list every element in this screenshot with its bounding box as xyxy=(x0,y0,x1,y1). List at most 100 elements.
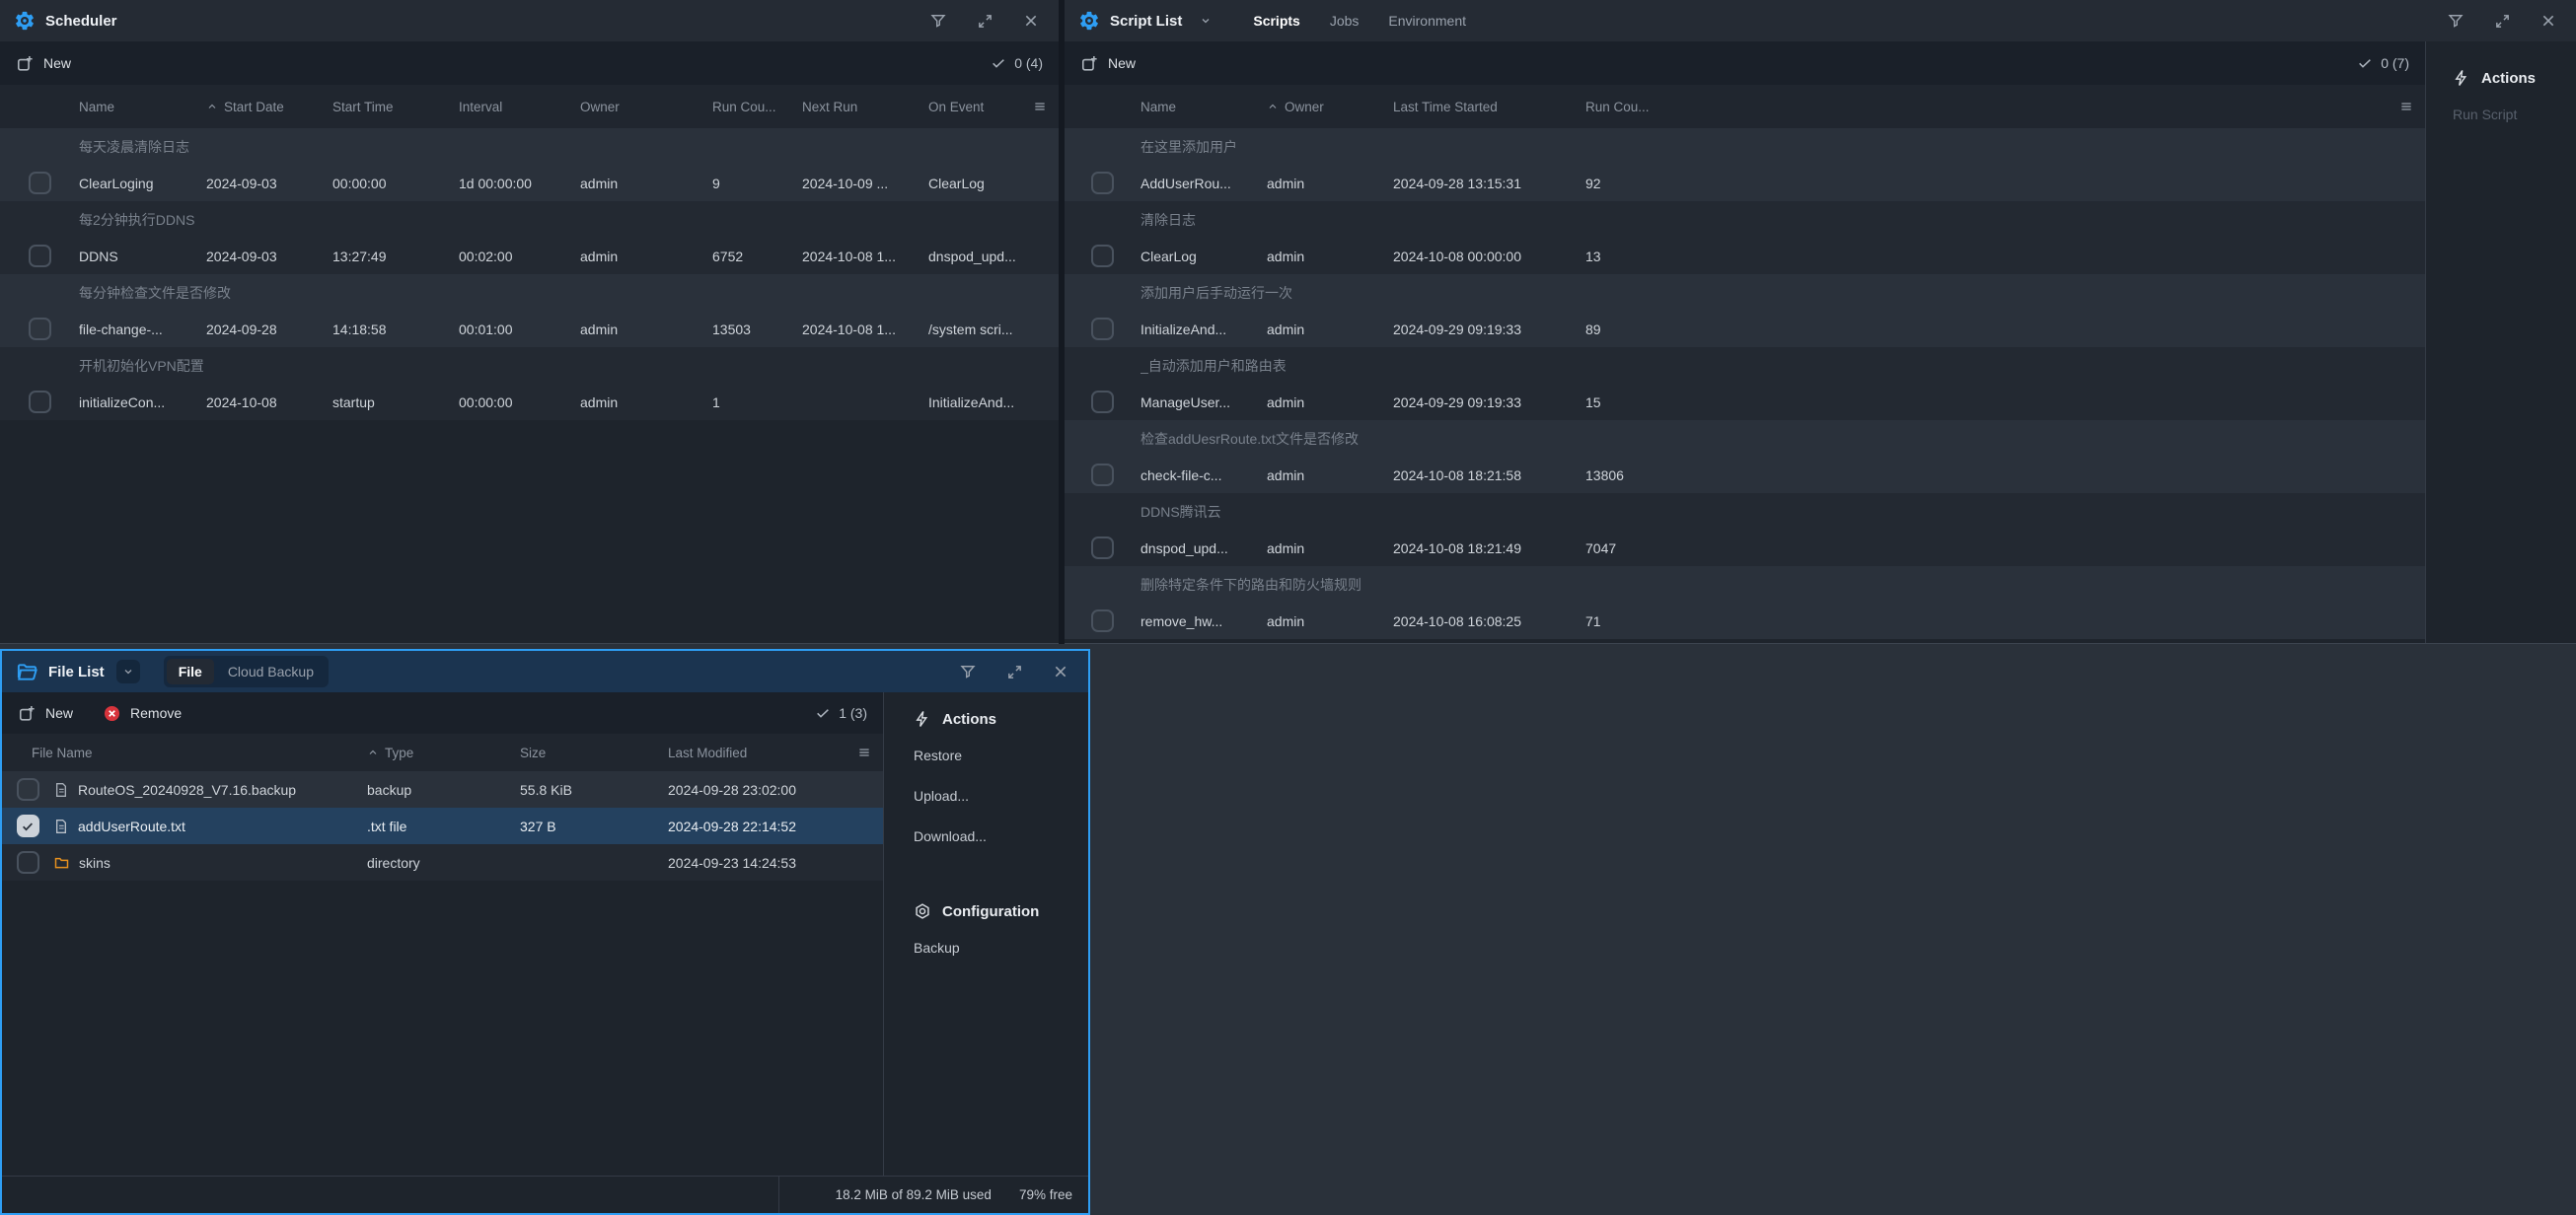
filter-icon[interactable] xyxy=(929,12,947,30)
table-row[interactable]: dnspod_upd... admin 2024-10-08 18:21:49 … xyxy=(1065,530,2425,566)
table-row[interactable]: ClearLoging 2024-09-03 00:00:00 1d 00:00… xyxy=(0,165,1059,201)
table-row[interactable]: ManageUser... admin 2024-09-29 09:19:33 … xyxy=(1065,384,2425,420)
column-header-name[interactable]: Name xyxy=(79,100,206,114)
window-controls xyxy=(959,663,1068,680)
chevron-down-icon[interactable] xyxy=(116,660,140,683)
row-checkbox[interactable] xyxy=(17,851,39,874)
filter-icon[interactable] xyxy=(959,663,977,680)
actions-header: Actions xyxy=(2453,69,2566,87)
table-row-comment[interactable]: 开机初始化VPN配置 xyxy=(0,347,1059,384)
column-menu-icon[interactable] xyxy=(1026,100,1059,113)
tab-file[interactable]: File xyxy=(167,659,214,684)
table-empty-area xyxy=(1065,639,2425,643)
row-checkbox[interactable] xyxy=(29,172,51,194)
directory-icon xyxy=(53,855,70,871)
row-checkbox[interactable] xyxy=(1091,245,1114,267)
column-header-last-time-started[interactable]: Last Time Started xyxy=(1393,100,1585,114)
close-icon[interactable] xyxy=(1053,664,1068,679)
table-row[interactable]: file-change-... 2024-09-28 14:18:58 00:0… xyxy=(0,311,1059,347)
new-icon xyxy=(1080,54,1099,73)
row-checkbox[interactable] xyxy=(1091,464,1114,486)
column-header-interval[interactable]: Interval xyxy=(459,100,580,114)
row-checkbox[interactable] xyxy=(1091,609,1114,632)
column-header-owner[interactable]: Owner xyxy=(580,100,712,114)
window-title: Scheduler xyxy=(45,13,117,30)
table-row[interactable]: InitializeAnd... admin 2024-09-29 09:19:… xyxy=(1065,311,2425,347)
column-header-name[interactable]: Name xyxy=(1141,100,1267,114)
table-row[interactable]: initializeCon... 2024-10-08 startup 00:0… xyxy=(0,384,1059,420)
window-controls xyxy=(2447,12,2556,30)
expand-icon[interactable] xyxy=(2494,13,2511,30)
column-menu-icon[interactable] xyxy=(846,746,883,759)
table-row[interactable]: DDNS 2024-09-03 13:27:49 00:02:00 admin … xyxy=(0,238,1059,274)
table-row[interactable]: RouteOS_20240928_V7.16.backup backup 55.… xyxy=(2,771,883,808)
filter-icon[interactable] xyxy=(2447,12,2465,30)
disk-usage-text: 18.2 MiB of 89.2 MiB used xyxy=(836,1187,992,1202)
column-header-type[interactable]: Type xyxy=(367,746,520,760)
sort-asc-icon xyxy=(206,101,218,112)
table-row-comment[interactable]: 每2分钟执行DDNS xyxy=(0,201,1059,238)
column-header-next-run[interactable]: Next Run xyxy=(802,100,928,114)
table-row-comment[interactable]: DDNS腾讯云 xyxy=(1065,493,2425,530)
action-upload[interactable]: Upload... xyxy=(914,788,1078,804)
action-backup[interactable]: Backup xyxy=(914,940,1078,956)
row-checkbox[interactable] xyxy=(17,815,39,837)
expand-icon[interactable] xyxy=(977,13,994,30)
action-run-script[interactable]: Run Script xyxy=(2453,107,2566,122)
table-row[interactable]: check-file-c... admin 2024-10-08 18:21:5… xyxy=(1065,457,2425,493)
new-button[interactable]: New xyxy=(16,54,71,73)
table-row[interactable]: remove_hw... admin 2024-10-08 16:08:25 7… xyxy=(1065,603,2425,639)
close-icon[interactable] xyxy=(1023,13,1039,29)
column-header-start-time[interactable]: Start Time xyxy=(332,100,459,114)
table-row-comment[interactable]: 添加用户后手动运行一次 xyxy=(1065,274,2425,311)
column-header-file-name[interactable]: File Name xyxy=(32,746,367,760)
new-button[interactable]: New xyxy=(1080,54,1136,73)
row-checkbox[interactable] xyxy=(29,245,51,267)
script-list-table-header: Name Owner Last Time Started Run Cou... xyxy=(1065,85,2425,128)
close-icon[interactable] xyxy=(2540,13,2556,29)
bolt-icon xyxy=(2453,69,2470,87)
tab-scripts[interactable]: Scripts xyxy=(1241,8,1311,34)
sort-asc-icon xyxy=(1267,101,1279,112)
table-row-comment[interactable]: 每分钟检查文件是否修改 xyxy=(0,274,1059,311)
column-header-owner[interactable]: Owner xyxy=(1267,100,1393,114)
table-row[interactable]: addUserRoute.txt .txt file 327 B 2024-09… xyxy=(2,808,883,844)
table-row[interactable]: skins directory 2024-09-23 14:24:53 xyxy=(2,844,883,881)
table-row[interactable]: ClearLog admin 2024-10-08 00:00:00 13 xyxy=(1065,238,2425,274)
chevron-down-icon[interactable] xyxy=(1194,9,1217,33)
column-header-run-count[interactable]: Run Cou... xyxy=(712,100,802,114)
column-header-on-event[interactable]: On Event xyxy=(928,100,1026,114)
table-row-comment[interactable]: 在这里添加用户 xyxy=(1065,128,2425,165)
statusbar-right-cell: 18.2 MiB of 89.2 MiB used 79% free xyxy=(779,1177,1088,1213)
row-checkbox[interactable] xyxy=(1091,391,1114,413)
column-menu-icon[interactable] xyxy=(2390,100,2425,113)
tab-jobs[interactable]: Jobs xyxy=(1318,8,1371,34)
column-header-size[interactable]: Size xyxy=(520,746,668,760)
row-checkbox[interactable] xyxy=(1091,318,1114,340)
folder-icon xyxy=(16,661,38,683)
table-row-comment[interactable]: _自动添加用户和路由表 xyxy=(1065,347,2425,384)
new-button[interactable]: New xyxy=(18,704,73,723)
window-controls xyxy=(929,12,1039,30)
remove-button[interactable]: Remove xyxy=(103,704,182,723)
row-checkbox[interactable] xyxy=(29,391,51,413)
action-restore[interactable]: Restore xyxy=(914,748,1078,763)
row-checkbox[interactable] xyxy=(1091,172,1114,194)
expand-icon[interactable] xyxy=(1006,664,1023,680)
column-header-run-count[interactable]: Run Cou... xyxy=(1585,100,1706,114)
table-row-comment[interactable]: 删除特定条件下的路由和防火墙规则 xyxy=(1065,566,2425,603)
file-list-actions-panel: Actions Restore Upload... Download... Co… xyxy=(883,692,1088,1176)
table-row-comment[interactable]: 检查addUesrRoute.txt文件是否修改 xyxy=(1065,420,2425,457)
tab-cloud-backup[interactable]: Cloud Backup xyxy=(216,659,326,684)
table-row-comment[interactable]: 清除日志 xyxy=(1065,201,2425,238)
table-row-comment[interactable]: 每天凌晨清除日志 xyxy=(0,128,1059,165)
row-checkbox[interactable] xyxy=(29,318,51,340)
action-download[interactable]: Download... xyxy=(914,828,1078,844)
column-header-start-date[interactable]: Start Date xyxy=(206,100,332,114)
row-checkbox[interactable] xyxy=(17,778,39,801)
row-checkbox[interactable] xyxy=(1091,536,1114,559)
table-row[interactable]: AddUserRou... admin 2024-09-28 13:15:31 … xyxy=(1065,165,2425,201)
tab-environment[interactable]: Environment xyxy=(1376,8,1478,34)
column-header-last-modified[interactable]: Last Modified xyxy=(668,746,846,760)
new-icon xyxy=(16,54,35,73)
